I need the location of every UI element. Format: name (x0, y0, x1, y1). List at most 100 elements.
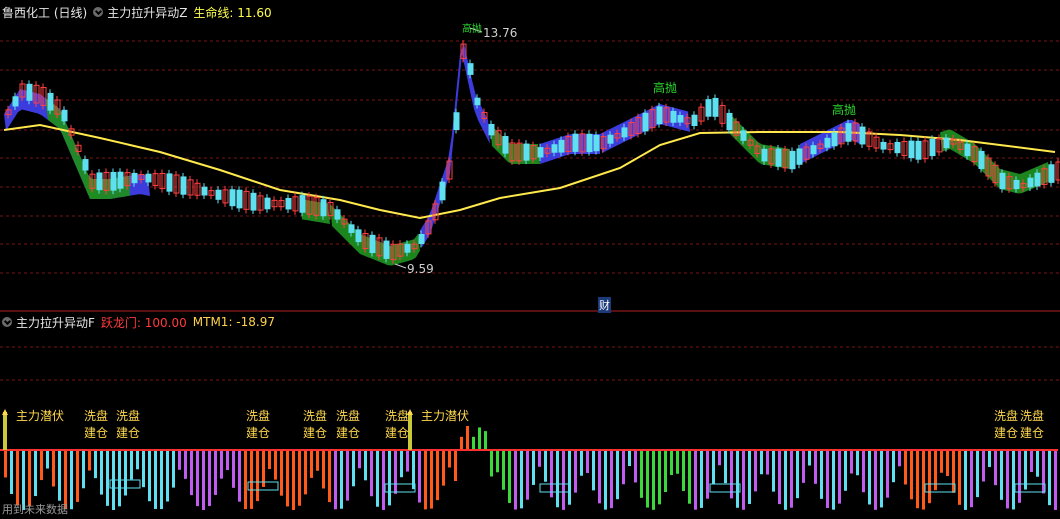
candle-body (670, 110, 677, 123)
sell-high-label: 高抛 (653, 81, 678, 95)
indicator-bar (880, 450, 883, 508)
indicator-bar (124, 450, 127, 496)
finance-badge[interactable]: 财 (598, 297, 611, 313)
indicator-bar (712, 450, 715, 484)
indicator-bar (760, 450, 763, 475)
stock-name[interactable]: 鲁西化工 (日线) (2, 4, 87, 21)
candle-body (110, 171, 117, 191)
indicator-bar (274, 450, 277, 480)
indicator-bar (196, 450, 199, 507)
indicator-bar (682, 450, 685, 492)
indicator-bar (340, 450, 343, 509)
indicator-bar (832, 450, 835, 510)
indicator-bar (442, 450, 445, 486)
indicator-bar (466, 426, 469, 450)
indicator-bar (160, 450, 163, 510)
indicator-bar (10, 450, 13, 494)
candle-body (999, 172, 1006, 190)
indicator-bar (472, 436, 475, 450)
indicator-bar (652, 450, 655, 510)
candle-body (467, 63, 474, 75)
candle-body (348, 224, 355, 233)
indicator-bar (106, 450, 109, 506)
indicator-bar (46, 450, 49, 469)
candle-body (761, 148, 768, 162)
indicator-bar (862, 450, 865, 493)
candle-body (61, 109, 68, 122)
indicator-bar (784, 450, 787, 510)
indicator-bar (40, 450, 43, 481)
signal-wash: 洗盘 (994, 409, 1019, 423)
indicator-bar (724, 450, 727, 484)
indicator-bar (448, 450, 451, 468)
indicator-bar (412, 450, 415, 490)
indicator-bar (520, 450, 523, 509)
indicator-bar (754, 450, 757, 492)
indicator-bar (310, 450, 313, 478)
indicator-bar (796, 450, 799, 499)
signal-wash: 洗盘 (303, 409, 328, 423)
indicator-bar (82, 450, 85, 489)
indicator-bar (370, 450, 373, 497)
sell-high-label: 高抛 (832, 103, 857, 117)
candle-body (656, 106, 663, 125)
indicator-bar (664, 450, 667, 493)
indicator-bar (148, 450, 151, 502)
indicator-bar (814, 450, 817, 484)
signal-wash: 洗盘 (336, 409, 361, 423)
indicator-bar (538, 450, 541, 467)
signal-build: 建仓 (84, 426, 109, 440)
candle-body (859, 126, 866, 145)
indicator-bar (844, 450, 847, 491)
indicator-name[interactable]: 主力拉升异动Z (107, 4, 187, 21)
candle-body (726, 112, 733, 131)
indicator-bar (424, 450, 427, 510)
toggle-icon[interactable] (2, 317, 12, 327)
indicator-bar (886, 450, 889, 498)
signal-build: 建仓 (246, 426, 271, 440)
indicator-bar (142, 450, 145, 488)
indicator-bar (904, 450, 907, 485)
candle-body (180, 176, 187, 195)
indicator-bar (892, 450, 895, 483)
indicator-bar (376, 450, 379, 507)
candle-body (502, 136, 509, 154)
indicator-bar (772, 450, 775, 492)
indicator-bar (262, 450, 265, 487)
indicator-bar (490, 450, 493, 477)
candle-body (880, 141, 887, 150)
toggle-icon[interactable] (93, 7, 104, 17)
indicator-bar (574, 450, 577, 493)
signal-build: 建仓 (336, 426, 361, 440)
high-mark: 高抛 (462, 24, 482, 35)
indicator-name-bottom[interactable]: 主力拉升异动F (16, 314, 95, 331)
indicator-bar (304, 450, 307, 495)
indicator-bar (688, 450, 691, 504)
candle-body (250, 192, 257, 211)
candle-body (369, 234, 376, 254)
signal-build: 建仓 (303, 426, 328, 440)
signal-box (539, 483, 571, 493)
indicator-bar (1006, 450, 1009, 509)
indicator-bar (88, 450, 91, 471)
candle-body (117, 171, 124, 189)
indicator-bar (484, 431, 487, 450)
indicator-bar (508, 450, 511, 503)
lurk-marker (3, 412, 7, 450)
indicator-bar (154, 450, 157, 509)
candle-body (691, 114, 698, 127)
indicator-bar (322, 450, 325, 489)
indicator-bar (4, 450, 7, 478)
candle-body (1048, 164, 1055, 183)
trend-band (330, 204, 420, 266)
candle-body (418, 233, 425, 244)
indicator-bar (850, 450, 853, 474)
signal-box (709, 483, 741, 493)
mtm-label: MTM1: -18.97 (192, 315, 275, 329)
indicator-bar (628, 450, 631, 467)
indicator-bar (1048, 450, 1051, 506)
candle-body (558, 139, 565, 153)
indicator-bar (766, 450, 769, 475)
indicator-bar (358, 450, 361, 469)
indicator-bar (268, 450, 271, 470)
